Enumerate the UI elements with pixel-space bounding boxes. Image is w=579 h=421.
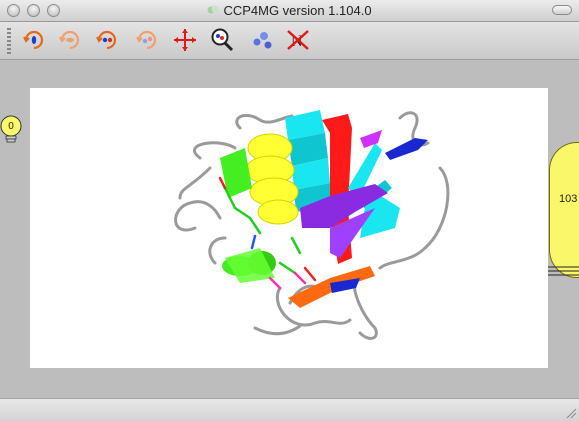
side-dial[interactable] <box>549 142 579 278</box>
no-label-button[interactable]: N <box>285 27 311 53</box>
toolbar: N <box>0 22 579 60</box>
toolbar-grip[interactable] <box>7 28 11 54</box>
dial-base-lines <box>548 266 579 276</box>
yellow-helix <box>245 133 299 225</box>
centre-button[interactable] <box>172 27 198 53</box>
zoom-button[interactable] <box>209 27 235 53</box>
zoom-icon <box>211 28 234 52</box>
rotate-z-button[interactable] <box>94 27 120 53</box>
window-title: CCP4MG version 1.104.0 <box>223 3 372 18</box>
toolbar-toggle-button[interactable] <box>552 5 572 15</box>
rotate-y-icon <box>59 30 80 50</box>
protein-ribbon-graphic <box>174 110 450 340</box>
side-dial-value: 103 <box>559 193 578 205</box>
rotate-z-icon <box>96 30 117 50</box>
blobs-button[interactable] <box>249 27 275 53</box>
window-title-wrap: CCP4MG version 1.104.0 <box>0 3 579 18</box>
resize-grip-icon[interactable] <box>565 407 577 419</box>
title-bar: CCP4MG version 1.104.0 <box>0 0 579 22</box>
app-logo-icon <box>207 5 219 14</box>
blobs-icon <box>253 32 272 49</box>
blue-strand <box>385 138 428 160</box>
no-label-icon: N <box>287 30 309 50</box>
status-bar <box>0 398 579 421</box>
molecule-viewport[interactable] <box>30 88 548 368</box>
main-area: 0 103 <box>0 60 579 398</box>
rotate-y-button[interactable] <box>57 27 83 53</box>
rotate-free-button[interactable] <box>134 27 160 53</box>
lightbulb-value: 0 <box>8 121 14 132</box>
rotate-x-button[interactable] <box>21 27 47 53</box>
rotate-free-icon <box>136 30 157 50</box>
rotate-x-icon <box>23 30 44 50</box>
centre-icon <box>174 29 196 51</box>
